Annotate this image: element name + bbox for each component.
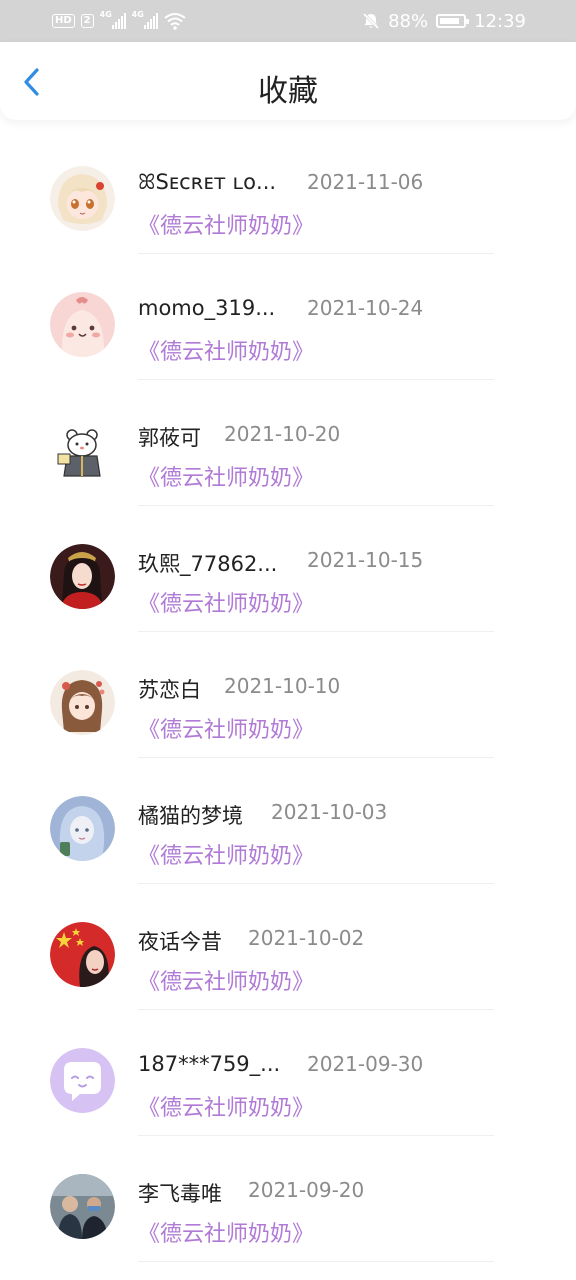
list-item[interactable]: 夜话今昔 2021-10-02 《德云社师奶奶》 bbox=[0, 884, 576, 1010]
user-name[interactable]: 玖熙_77862... bbox=[138, 548, 277, 578]
hamster-sticker-avatar[interactable] bbox=[50, 418, 115, 483]
status-left: HD 2 4G 4G bbox=[52, 10, 186, 32]
red-costume-girl-avatar[interactable] bbox=[50, 544, 115, 609]
status-right: 88% 12:39 bbox=[362, 10, 526, 32]
user-name[interactable]: momo_319... bbox=[138, 296, 275, 320]
status-bar: HD 2 4G 4G 88% 12:39 bbox=[0, 0, 576, 42]
favorite-title[interactable]: 《德云社师奶奶》 bbox=[138, 1216, 314, 1248]
battery-percent: 88% bbox=[388, 10, 429, 32]
user-name[interactable]: 苏恋白 bbox=[138, 674, 201, 704]
user-name[interactable]: 李飞毒唯 bbox=[138, 1178, 222, 1208]
network-label: 4G bbox=[99, 10, 112, 19]
favorite-date: 2021-10-20 bbox=[224, 422, 341, 446]
mute-icon bbox=[363, 12, 380, 30]
signal-icon: 4G bbox=[99, 10, 126, 29]
favorite-date: 2021-11-06 bbox=[307, 170, 424, 194]
favorite-date: 2021-09-30 bbox=[307, 1052, 424, 1076]
list-item[interactable]: 郭莜可 2021-10-20 《德云社师奶奶》 bbox=[0, 380, 576, 506]
anime-girl-flowers-avatar[interactable] bbox=[50, 670, 115, 735]
list-item[interactable]: 玖熙_77862... 2021-10-15 《德云社师奶奶》 bbox=[0, 506, 576, 632]
list-item[interactable]: 187***759_... 2021-09-30 《德云社师奶奶》 bbox=[0, 1010, 576, 1136]
blue-hair-girl-avatar[interactable] bbox=[50, 796, 115, 861]
favorite-title[interactable]: 《德云社师奶奶》 bbox=[138, 586, 314, 618]
clock: 12:39 bbox=[474, 10, 526, 32]
favorite-title[interactable]: 《德云社师奶奶》 bbox=[138, 1090, 314, 1122]
favorite-title[interactable]: 《德云社师奶奶》 bbox=[138, 838, 314, 870]
anime-girl-white-hair-avatar[interactable] bbox=[50, 166, 115, 231]
favorite-title[interactable]: 《德云社师奶奶》 bbox=[138, 334, 314, 366]
user-name[interactable]: 夜话今昔 bbox=[138, 926, 222, 956]
wifi-icon bbox=[164, 13, 186, 30]
user-name[interactable]: ꕤSᴇᴄʀᴇᴛ ʟᴏ... bbox=[138, 170, 276, 195]
list-item[interactable]: 苏恋白 2021-10-10 《德云社师奶奶》 bbox=[0, 632, 576, 758]
favorite-title[interactable]: 《德云社师奶奶》 bbox=[138, 964, 314, 996]
page-title: 收藏 bbox=[258, 74, 318, 109]
hd-icon: HD bbox=[52, 14, 75, 28]
favorite-date: 2021-10-24 bbox=[307, 296, 424, 320]
list-item[interactable]: 橘猫的梦境 2021-10-03 《德云社师奶奶》 bbox=[0, 758, 576, 884]
battery-fill bbox=[440, 18, 460, 24]
sim-icon: 2 bbox=[80, 14, 94, 28]
favorite-date: 2021-09-20 bbox=[248, 1178, 365, 1202]
favorite-date: 2021-10-02 bbox=[248, 926, 365, 950]
favorite-title[interactable]: 《德云社师奶奶》 bbox=[138, 712, 314, 744]
default-chat-avatar[interactable] bbox=[50, 1048, 115, 1113]
list-item[interactable]: ꕤSᴇᴄʀᴇᴛ ʟᴏ... 2021-11-06 《德云社师奶奶》 bbox=[0, 128, 576, 254]
favorite-title[interactable]: 《德云社师奶奶》 bbox=[138, 208, 314, 240]
favorite-date: 2021-10-10 bbox=[224, 674, 341, 698]
favorites-list: ꕤSᴇᴄʀᴇᴛ ʟᴏ... 2021-11-06 《德云社师奶奶》 momo_3… bbox=[0, 128, 576, 1262]
crowd-photo-avatar[interactable] bbox=[50, 1174, 115, 1239]
flag-girl-avatar[interactable] bbox=[50, 922, 115, 987]
header: 收藏 bbox=[0, 42, 576, 120]
user-name[interactable]: 187***759_... bbox=[138, 1052, 280, 1076]
list-item[interactable]: momo_319... 2021-10-24 《德云社师奶奶》 bbox=[0, 254, 576, 380]
user-name[interactable]: 橘猫的梦境 bbox=[138, 800, 243, 830]
signal-icon-2: 4G bbox=[131, 10, 158, 29]
divider bbox=[138, 1261, 494, 1262]
user-name[interactable]: 郭莜可 bbox=[138, 422, 201, 452]
battery-icon bbox=[436, 14, 470, 28]
network-label-2: 4G bbox=[131, 10, 144, 19]
favorite-title[interactable]: 《德云社师奶奶》 bbox=[138, 460, 314, 492]
list-item[interactable]: 李飞毒唯 2021-09-20 《德云社师奶奶》 bbox=[0, 1136, 576, 1262]
favorite-date: 2021-10-03 bbox=[271, 800, 388, 824]
favorite-date: 2021-10-15 bbox=[307, 548, 424, 572]
pink-cartoon-avatar[interactable] bbox=[50, 292, 115, 357]
